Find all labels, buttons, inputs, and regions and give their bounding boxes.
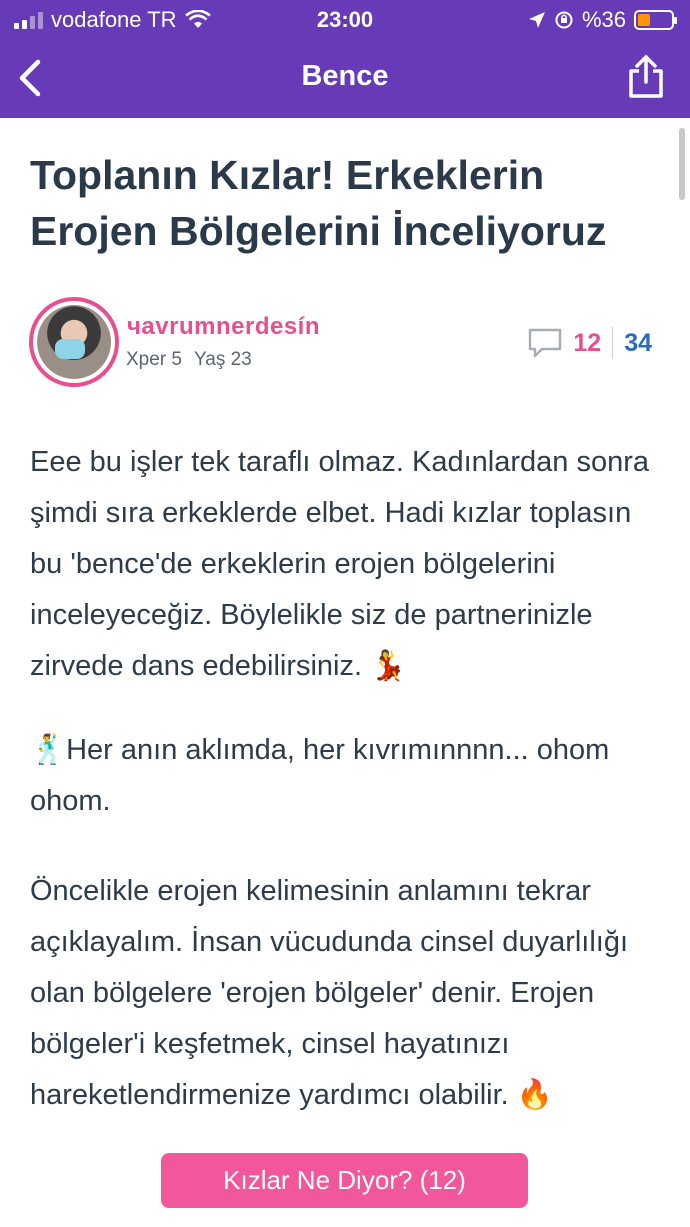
author-name[interactable]: чavrumnerdesín: [127, 313, 320, 341]
stat-divider: [612, 327, 614, 359]
paragraph-3: Öncelikle erojen kelimesinin anlamını te…: [30, 866, 660, 1121]
view-count: 34: [624, 328, 652, 357]
share-icon[interactable]: [626, 54, 666, 100]
comment-count[interactable]: 12: [573, 329, 601, 358]
article-stats: 12 34: [527, 326, 652, 360]
page-title: Bence: [301, 60, 389, 92]
girls-opinion-button[interactable]: Kızlar Ne Diyor? (12): [161, 1153, 528, 1208]
status-bar: vodafone TR 23:00 %36: [0, 0, 690, 38]
fire-emoji-icon: 🔥: [516, 1079, 553, 1111]
author-level: Xper 5: [126, 349, 182, 370]
paragraph-2-text: Her anın aklımda, her kıvrımınnnn... oho…: [30, 734, 610, 817]
battery-percent: %36: [581, 7, 626, 32]
paragraph-1: Eee bu işler tek taraflı olmaz. Kadınlar…: [30, 437, 660, 692]
dancer-emoji-icon: 💃: [370, 650, 407, 682]
status-right: %36: [528, 7, 677, 33]
location-icon: [528, 12, 545, 28]
avatar[interactable]: [29, 297, 119, 387]
paragraph-2: 🕺Her anın aklımda, her kıvrımınnnn... oh…: [30, 725, 660, 827]
nav-bar: Bence: [0, 38, 690, 118]
article-title: Toplanın Kızlar! Erkeklerin Erojen Bölge…: [30, 152, 607, 254]
scrollbar[interactable]: [679, 128, 685, 200]
man-dancing-emoji-icon: 🕺: [30, 734, 67, 766]
orientation-lock-icon: [555, 11, 573, 29]
author-age: Yaş 23: [193, 349, 252, 370]
comment-icon[interactable]: [527, 327, 563, 359]
author-meta: Xper 5 Yaş 23: [126, 349, 252, 371]
battery-icon: [634, 10, 677, 30]
paragraph-1-text: Eee bu işler tek taraflı olmaz. Kadınlar…: [30, 446, 649, 682]
